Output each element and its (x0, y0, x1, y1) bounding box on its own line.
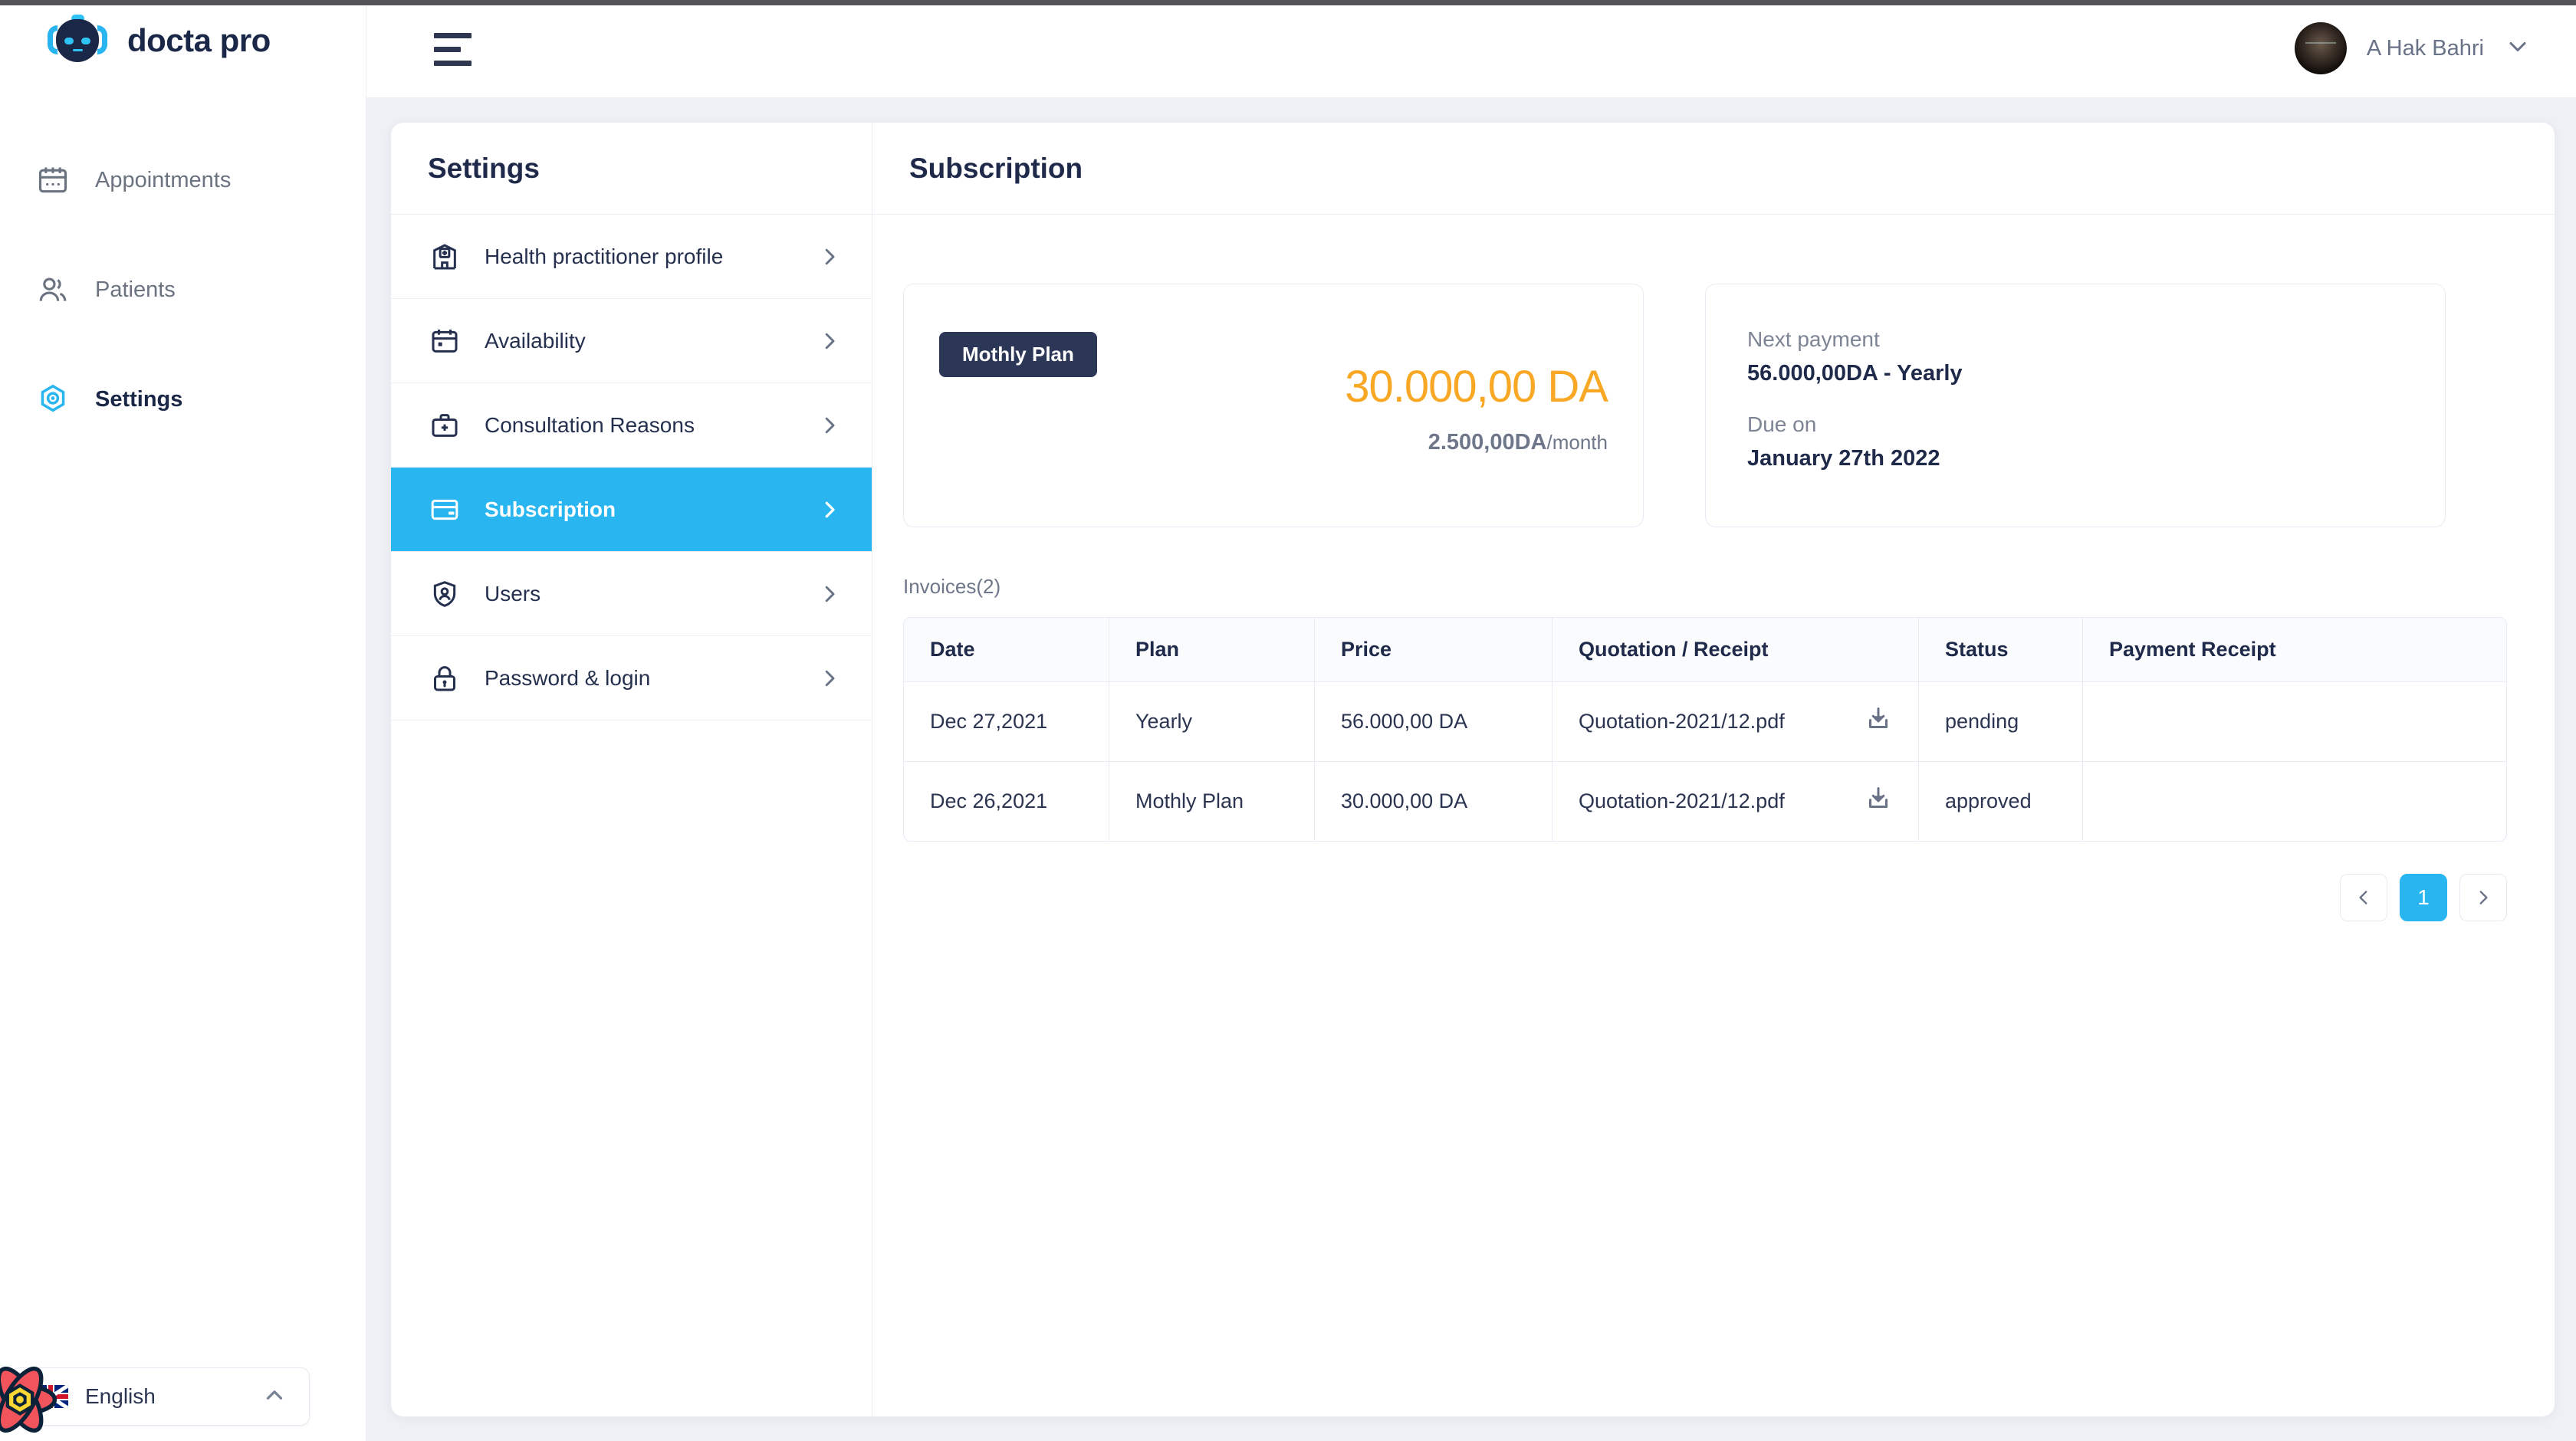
sidebar-item-label: Appointments (95, 167, 232, 192)
cell-status: approved (1919, 762, 2083, 841)
download-icon[interactable] (1865, 705, 1892, 738)
column-header-quotation-receipt: Quotation / Receipt (1552, 618, 1919, 682)
column-header-date: Date (904, 618, 1109, 682)
user-name-label: A Hak Bahri (2366, 35, 2484, 61)
cell-price: 30.000,00 DA (1315, 762, 1552, 841)
settings-item-label: Subscription (485, 497, 616, 521)
cell-plan: Mothly Plan (1109, 762, 1315, 841)
next-payment-value: 56.000,00DA - Yearly (1747, 361, 1963, 386)
document-name: Quotation-2021/12.pdf (1579, 710, 1785, 733)
plan-sub-price-amount: 2.500,00DA (1428, 430, 1547, 455)
chevron-down-icon[interactable] (2504, 33, 2532, 64)
column-header-status: Status (1919, 618, 2083, 682)
download-icon[interactable] (1865, 785, 1892, 818)
calendar-icon (35, 162, 71, 198)
avatar (2294, 22, 2347, 74)
settings-item-label: Users (485, 581, 541, 606)
sidebar-item-label: Patients (95, 277, 176, 302)
settings-title: Settings (428, 152, 540, 184)
hospital-icon (428, 240, 462, 274)
plan-sub-price-unit: /month (1546, 431, 1608, 454)
settings-hex-icon (35, 382, 71, 417)
settings-item-label: Health practitioner profile (485, 244, 724, 268)
subscription-header: Subscription (872, 123, 2555, 215)
brand-logo: docta pro (48, 15, 271, 67)
plan-price: 30.000,00 DA (1345, 362, 1608, 412)
summary-cards-row: Mothly Plan 30.000,00 DA 2.500,00DA/mont… (872, 215, 2555, 527)
uk-flag-icon (33, 1385, 68, 1408)
cell-payment-receipt (2083, 682, 2506, 762)
page-title: Subscription (909, 152, 1083, 184)
robot-logo-icon (48, 15, 107, 67)
pagination: 1 (872, 874, 2507, 921)
settings-item-label: Password & login (485, 665, 651, 690)
language-label: English (85, 1384, 156, 1408)
column-header-plan: Plan (1109, 618, 1315, 682)
pagination-prev-button[interactable] (2340, 874, 2387, 921)
cell-date: Dec 27,2021 (904, 682, 1109, 762)
settings-item-availability[interactable]: Availability (391, 299, 872, 383)
chevron-right-icon (818, 414, 841, 437)
medical-bag-icon (428, 409, 462, 442)
settings-item-label: Consultation Reasons (485, 412, 695, 437)
left-sidebar: docta pro Appointments Patients Settings… (0, 5, 366, 1441)
cell-status: pending (1919, 682, 2083, 762)
sidebar-item-settings[interactable]: Settings (0, 366, 366, 432)
settings-item-password-login[interactable]: Password & login (391, 636, 872, 720)
settings-item-users[interactable]: Users (391, 552, 872, 636)
sidebar-item-label: Settings (95, 386, 183, 412)
current-plan-card: Mothly Plan 30.000,00 DA 2.500,00DA/mont… (903, 284, 1644, 527)
cell-price: 56.000,00 DA (1315, 682, 1552, 762)
sidebar-item-appointments[interactable]: Appointments (0, 147, 366, 213)
table-row: Dec 27,2021 Yearly 56.000,00 DA Quotatio… (904, 682, 2506, 762)
cell-plan: Yearly (1109, 682, 1315, 762)
window-chrome-bar (0, 0, 2576, 5)
cell-date: Dec 26,2021 (904, 762, 1109, 841)
table-row: Dec 26,2021 Mothly Plan 30.000,00 DA Quo… (904, 762, 2506, 841)
pagination-next-button[interactable] (2459, 874, 2507, 921)
subscription-panel: Subscription Mothly Plan 30.000,00 DA 2.… (872, 123, 2555, 1416)
settings-item-label: Availability (485, 328, 586, 353)
chevron-right-icon (818, 498, 841, 521)
cell-document: Quotation-2021/12.pdf (1552, 762, 1919, 841)
calendar-icon (428, 324, 462, 358)
shield-user-icon (428, 577, 462, 611)
cell-payment-receipt (2083, 762, 2506, 841)
sidebar-item-patients[interactable]: Patients (0, 257, 366, 323)
hamburger-icon[interactable] (434, 33, 474, 67)
chevron-up-icon (261, 1382, 288, 1412)
cell-document: Quotation-2021/12.pdf (1552, 682, 1919, 762)
chevron-right-icon (818, 583, 841, 606)
main-content-card: Settings Health practitioner profile Ava… (391, 123, 2555, 1416)
user-menu[interactable]: A Hak Bahri (2294, 22, 2532, 74)
card-icon (428, 493, 462, 527)
chevron-right-icon (818, 667, 841, 690)
document-name: Quotation-2021/12.pdf (1579, 789, 1785, 812)
chevron-right-icon (818, 330, 841, 353)
due-on-value: January 27th 2022 (1747, 446, 1940, 471)
settings-item-health-practitioner-profile[interactable]: Health practitioner profile (391, 215, 872, 299)
settings-panel: Settings Health practitioner profile Ava… (391, 123, 872, 1416)
brand-name: docta pro (127, 22, 271, 58)
top-bar: A Hak Bahri (366, 5, 2576, 97)
next-payment-label: Next payment (1747, 327, 1880, 351)
users-icon (35, 272, 71, 307)
pagination-page-1[interactable]: 1 (2400, 874, 2447, 921)
column-header-payment-receipt: Payment Receipt (2083, 618, 2506, 682)
plan-sub-price: 2.500,00DA/month (1428, 430, 1608, 455)
settings-item-consultation-reasons[interactable]: Consultation Reasons (391, 383, 872, 468)
next-payment-card: Next payment 56.000,00DA - Yearly Due on… (1705, 284, 2446, 527)
due-on-label: Due on (1747, 412, 1817, 436)
settings-header: Settings (391, 123, 872, 215)
column-header-price: Price (1315, 618, 1552, 682)
settings-item-subscription[interactable]: Subscription (391, 468, 872, 552)
lock-icon (428, 661, 462, 695)
chevron-right-icon (818, 245, 841, 268)
invoices-count-label: Invoices(2) (903, 575, 1001, 598)
invoices-table: Date Plan Price Quotation / Receipt Stat… (903, 617, 2507, 842)
language-selector[interactable]: English (11, 1367, 310, 1426)
table-header-row: Date Plan Price Quotation / Receipt Stat… (904, 618, 2506, 682)
plan-badge: Mothly Plan (939, 332, 1097, 377)
